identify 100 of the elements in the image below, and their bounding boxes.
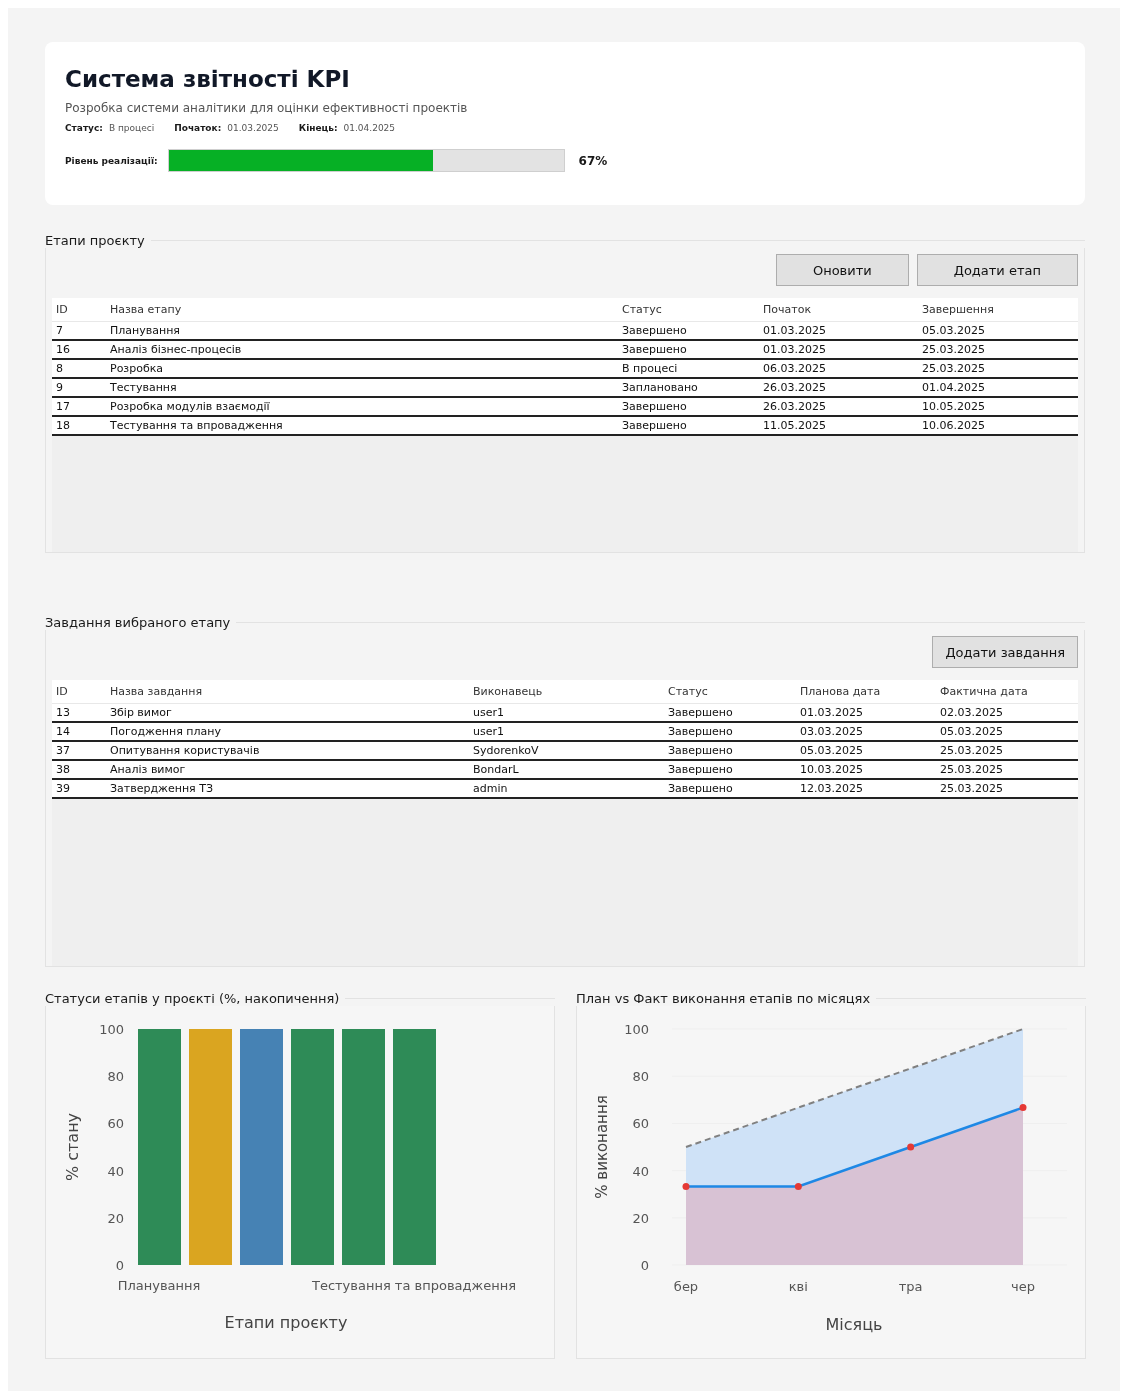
table-row[interactable]: 8 Розробка В процесі 06.03.2025 25.03.2025	[52, 360, 1078, 379]
table-cell-text: Збір вимог	[109, 706, 173, 719]
table-row[interactable]: 17 Розробка модулів взаємодії Завершено 26.03.2025 10.05.2025	[52, 398, 1078, 417]
table-cell-text: 02.03.2025	[939, 706, 1004, 719]
table-cell-text: Завершено	[667, 744, 734, 757]
project-description: Розробка системи аналітики для оцінки ефективності проектів	[65, 101, 469, 115]
action-button[interactable]: Додати етап	[916, 254, 1078, 286]
table-cell-text: 25.03.2025	[939, 782, 1004, 795]
tick-label: бер	[673, 1279, 699, 1294]
meta-value: 01.03.2025	[227, 123, 279, 133]
table-cell-text: 39	[55, 782, 71, 795]
table-cell-text: user1	[472, 706, 505, 719]
group-title: Етапи проєкту	[45, 233, 145, 248]
table-cell-text: 7	[55, 324, 64, 337]
column-header[interactable]: Початок	[759, 303, 918, 316]
column-header[interactable]: Назва завдання	[106, 685, 469, 698]
table-cell-text: 11.05.2025	[762, 419, 827, 432]
table-cell-text: Заплановано	[621, 381, 699, 394]
table-row[interactable]: 18 Тестування та впровадження Завершено 11.05.2025 10.06.2025	[52, 417, 1078, 436]
table-cell-text: 10.05.2025	[921, 400, 986, 413]
table-cell-text: Погодження плану	[109, 725, 222, 738]
tick-label: кві	[788, 1279, 808, 1294]
axis-title: Етапи проєкту	[224, 1313, 348, 1332]
table-cell-text: Завершено	[667, 782, 734, 795]
table-row[interactable]: 9 Тестування Заплановано 26.03.2025 01.04.2025	[52, 379, 1078, 398]
table-cell-text: Завершено	[621, 343, 688, 356]
axis-title: % стану	[63, 1112, 82, 1182]
progress-label: Рівень реалізації:	[65, 155, 158, 166]
table-cell-text: 8	[55, 362, 64, 375]
meta-value: 01.04.2025	[343, 123, 396, 133]
action-button[interactable]: Додати завдання	[932, 636, 1078, 668]
table-cell-text: В процесі	[621, 362, 679, 375]
table-row[interactable]: 14 Погодження плану user1 Завершено 03.03.2025 05.03.2025	[52, 723, 1078, 742]
table-cell-text: Тестування	[109, 381, 178, 394]
table-cell-text: 01.03.2025	[762, 324, 827, 337]
table-cell-text: 25.03.2025	[921, 343, 986, 356]
table-cell-text: 05.03.2025	[799, 744, 864, 757]
table-cell-text: 26.03.2025	[762, 381, 827, 394]
table-cell-text: Завершено	[667, 725, 734, 738]
table-cell-text: SydorenkoV	[472, 744, 540, 757]
action-button[interactable]: Оновити	[775, 254, 909, 286]
tick-label: 40	[632, 1163, 649, 1179]
column-header[interactable]: Фактична дата	[936, 685, 1078, 698]
table-cell-text: 18	[55, 419, 71, 432]
table-cell-text: Завершено	[621, 419, 688, 432]
table-row[interactable]: 13 Збір вимог user1 Завершено 01.03.2025 02.03.2025	[52, 704, 1078, 723]
table-cell-text: 01.03.2025	[762, 343, 827, 356]
table-cell-text: 13	[55, 706, 71, 719]
table-cell-text: 25.03.2025	[939, 744, 1004, 757]
table-cell-text: Завершено	[621, 400, 688, 413]
tick-label: 40	[107, 1163, 124, 1179]
column-header[interactable]: ID	[52, 685, 106, 698]
table-row[interactable]: 7 Планування Завершено 01.03.2025 05.03.2025	[52, 322, 1078, 341]
column-header[interactable]: Виконавець	[469, 685, 664, 698]
table-cell-text: 05.03.2025	[921, 324, 986, 337]
table-cell-text: 26.03.2025	[762, 400, 827, 413]
table-cell-text: 06.03.2025	[762, 362, 827, 375]
axis-title: Місяць	[825, 1315, 883, 1334]
tick-label: 80	[632, 1069, 649, 1085]
table-row[interactable]: 37 Опитування користувачів SydorenkoV Завершено 05.03.2025 25.03.2025	[52, 742, 1078, 761]
table-cell-text: 03.03.2025	[799, 725, 864, 738]
data-point	[682, 1182, 690, 1190]
table-cell-text: 25.03.2025	[939, 763, 1004, 776]
table-cell-text: 16	[55, 343, 71, 356]
table-cell-text: 38	[55, 763, 71, 776]
table-row[interactable]: 16 Аналіз бізнес-процесів Завершено 01.03.2025 25.03.2025	[52, 341, 1078, 360]
axis-title: % виконання	[593, 1095, 611, 1199]
tick-label: 20	[107, 1210, 124, 1226]
table-row[interactable]: 38 Аналіз вимог BondarL Завершено 10.03.2025 25.03.2025	[52, 761, 1078, 780]
column-header[interactable]: Завершення	[918, 303, 1078, 316]
table-cell-text: user1	[472, 725, 505, 738]
column-header[interactable]: Статус	[618, 303, 759, 316]
table-cell-text: Планування	[109, 324, 181, 337]
table-cell-text: Опитування користувачів	[109, 744, 261, 757]
tick-label: 100	[624, 1022, 649, 1037]
table-cell-text: 37	[55, 744, 71, 757]
table-cell-text: 10.06.2025	[921, 419, 986, 432]
column-header[interactable]: Статус	[664, 685, 796, 698]
table-cell-text: 25.03.2025	[921, 362, 986, 375]
table-cell-text: 12.03.2025	[799, 782, 864, 795]
tick-label: тра	[898, 1279, 923, 1294]
tick-label: Тестування та впровадження	[311, 1278, 517, 1293]
table-cell-text: 17	[55, 400, 71, 413]
tick-label: 0	[640, 1258, 649, 1273]
table-cell-text: Завершено	[621, 324, 688, 337]
table-cell-text: 9	[55, 381, 64, 394]
column-header[interactable]: Назва етапу	[106, 303, 618, 316]
column-header[interactable]: Планова дата	[796, 685, 936, 698]
table-cell-text: Аналіз бізнес-процесів	[109, 343, 243, 356]
tick-label: 60	[107, 1116, 124, 1132]
chart-title: Статуси етапів у проєкті (%, накопичення)	[45, 991, 340, 1006]
table-row[interactable]: 39 Затвердження ТЗ admin Завершено 12.03.2025 25.03.2025	[52, 780, 1078, 799]
group-title: Завдання вибраного етапу	[45, 615, 231, 630]
table-cell-text: Тестування та впровадження	[109, 419, 284, 432]
table-cell-text: Завершено	[667, 706, 734, 719]
project-title: Система звітності KPI	[65, 66, 351, 92]
table-cell-text: 05.03.2025	[939, 725, 1004, 738]
chart-title: План vs Факт виконання етапів по місяцях	[576, 991, 871, 1006]
column-header[interactable]: ID	[52, 303, 106, 316]
table-cell-text: BondarL	[472, 763, 520, 776]
